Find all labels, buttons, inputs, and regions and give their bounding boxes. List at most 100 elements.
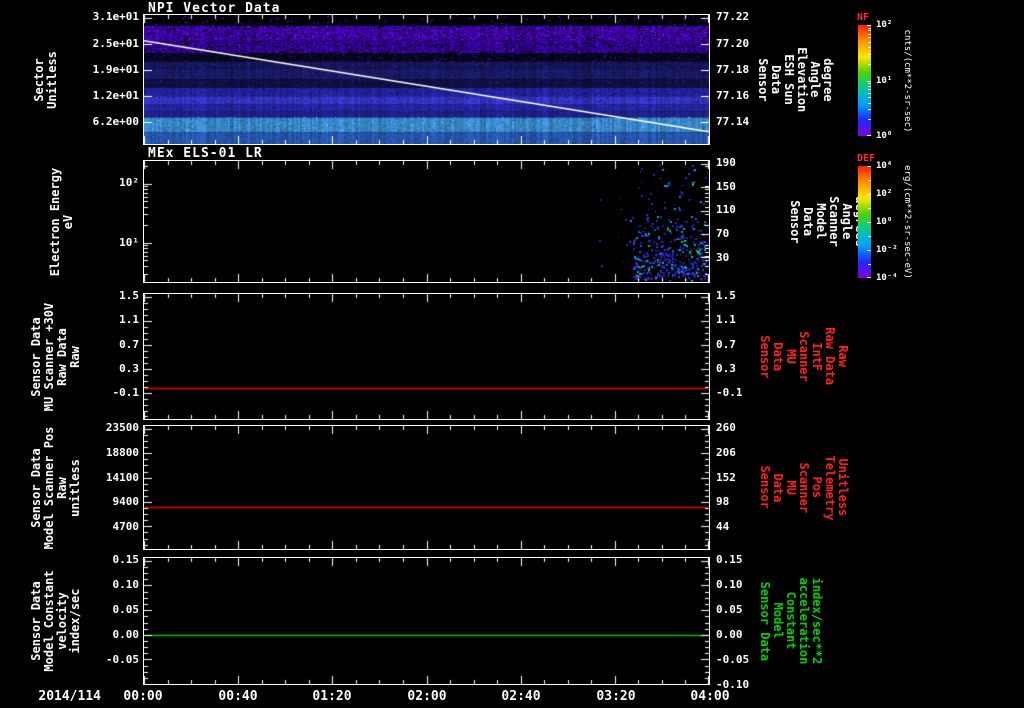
colorbar-def: DEF erg/(cm**2-sr-sec-eV) 10⁴ 10² 10⁰ 10⁻² 1… bbox=[856, 153, 986, 283]
y-tick-label-right: 190 bbox=[716, 156, 736, 169]
colorbar-minor-tick bbox=[868, 109, 871, 110]
colorbar-def-unit-label: erg/(cm**2-sr-sec-eV) bbox=[902, 165, 912, 279]
y-axis-label-mu-scanner-intf: Sensor Data MU Scanner IntF Raw Data Raw bbox=[758, 327, 850, 386]
colorbar-minor-tick bbox=[868, 119, 871, 120]
y-tick-label-right: 206 bbox=[716, 446, 736, 459]
y-tick-label-right: 77.20 bbox=[716, 37, 750, 50]
panel-title-mex-els: MEx ELS-01 LR bbox=[148, 146, 263, 161]
colorbar-minor-tick bbox=[868, 236, 871, 237]
y-tick-label-right: 150 bbox=[716, 180, 736, 193]
colorbar-minor-tick bbox=[868, 30, 871, 31]
y-axis-label-sun-elevation: Sensor Data ESH Sun Elevation Angle degr… bbox=[756, 46, 835, 113]
y-tick-label-left: 0.10 bbox=[112, 578, 140, 591]
y-tick-label-left: -0.1 bbox=[112, 386, 140, 399]
colorbar-tick bbox=[867, 277, 871, 278]
plot-area-scanner-pos bbox=[143, 425, 710, 550]
y-tick-label-right: 70 bbox=[716, 227, 730, 240]
y-tick-label-right: 1.5 bbox=[716, 289, 736, 302]
colorbar-tick-label: 10¹ bbox=[876, 76, 893, 86]
y-tick-label-left: 1.5 bbox=[119, 289, 139, 302]
colorbar-tick-label: 10⁰ bbox=[876, 217, 893, 227]
colorbar-def-title: DEF bbox=[857, 153, 876, 164]
colorbar-minor-tick bbox=[868, 34, 871, 35]
y-tick-label-left: 0.05 bbox=[112, 603, 140, 616]
colorbar-minor-tick bbox=[868, 86, 871, 87]
y-tick-label-right: 0.00 bbox=[716, 628, 743, 641]
plot-page: NPI Vector Data MEx ELS-01 LR Sector Uni… bbox=[0, 0, 1024, 708]
plot-area-npi bbox=[143, 14, 710, 145]
colorbar-minor-tick bbox=[868, 180, 871, 181]
colorbar-minor-tick bbox=[868, 93, 871, 94]
colorbar-tick bbox=[867, 166, 871, 167]
y-tick-label-right: 44 bbox=[716, 520, 730, 533]
plot-area-mu-scanner bbox=[143, 293, 710, 420]
y-tick-label-left: 0.00 bbox=[112, 628, 140, 641]
colorbar-tick-label: 10² bbox=[876, 20, 893, 30]
velocity-line-canvas bbox=[144, 558, 709, 684]
colorbar-tick bbox=[867, 25, 871, 26]
colorbar-tick bbox=[867, 222, 871, 223]
time-tick-label: 02:40 bbox=[501, 689, 541, 704]
colorbar-nf-unit-label: cnts/(cm**2-sr-sec) bbox=[902, 29, 912, 132]
colorbar-minor-tick bbox=[868, 28, 871, 29]
y-tick-label-right: 0.15 bbox=[716, 553, 743, 566]
scanner-pos-line-canvas bbox=[144, 426, 709, 549]
y-tick-label-right: 0.05 bbox=[716, 603, 743, 616]
y-tick-label-left: 6.2e+00 bbox=[92, 115, 139, 128]
y-tick-label-right: 0.3 bbox=[716, 362, 736, 375]
time-tick-label: 04:00 bbox=[690, 689, 730, 704]
y-tick-label-right: 30 bbox=[716, 251, 730, 264]
time-tick-label: 01:20 bbox=[312, 689, 352, 704]
y-tick-label-right: 110 bbox=[716, 203, 736, 216]
y-tick-label-right: -0.05 bbox=[716, 653, 750, 666]
colorbar-nf-title: NF bbox=[857, 12, 870, 23]
y-tick-label-left: 10¹ bbox=[119, 236, 139, 249]
colorbar-tick-label: 10⁴ bbox=[876, 161, 893, 171]
colorbar-tick bbox=[867, 194, 871, 195]
y-tick-label-right: -0.1 bbox=[716, 386, 743, 399]
y-tick-label-left: 0.15 bbox=[112, 553, 140, 566]
colorbar-tick-label: 10² bbox=[876, 189, 893, 199]
time-tick-label: 00:00 bbox=[123, 689, 163, 704]
colorbar-minor-tick bbox=[868, 97, 871, 98]
y-tick-label-left: 1.2e+01 bbox=[92, 89, 139, 102]
y-tick-label-left: 23500 bbox=[105, 421, 139, 434]
time-axis: 2014/114 00:00 00:40 01:20 02:00 02:40 03:20 0… bbox=[0, 689, 1024, 705]
colorbar-minor-tick bbox=[868, 83, 871, 84]
colorbar-nf: NF cnts/(cm**2-sr-sec) 10² 10¹ 10⁰ bbox=[856, 12, 986, 141]
colorbar-minor-tick bbox=[868, 54, 871, 55]
y-tick-label-left: 18800 bbox=[105, 446, 139, 459]
y-tick-label-left: 1.1 bbox=[119, 313, 139, 326]
y-tick-label-right: 0.10 bbox=[716, 578, 743, 591]
panel-model-scanner-pos: Sensor Data Model Scanner Pos Raw unitle… bbox=[0, 421, 1024, 550]
y-tick-label-right: 77.16 bbox=[716, 89, 750, 102]
npi-spectrogram-canvas bbox=[144, 15, 709, 144]
panel-model-constant-velocity: Sensor Data Model Constant velocity inde… bbox=[0, 553, 1024, 691]
y-tick-label-right: 77.22 bbox=[716, 10, 750, 23]
colorbar-minor-tick bbox=[868, 64, 871, 65]
y-tick-label-left: 0.7 bbox=[119, 338, 139, 351]
y-axis-label-scanner-telemetry: Sensor Data MU Scanner Pos Telemetry Uni… bbox=[758, 454, 850, 521]
time-tick-label: 02:00 bbox=[407, 689, 447, 704]
y-tick-label-left: -0.05 bbox=[105, 653, 139, 666]
y-tick-label-left: 3.1e+01 bbox=[92, 10, 139, 23]
y-tick-label-right: 98 bbox=[716, 495, 730, 508]
els-spectrogram-canvas bbox=[144, 161, 709, 282]
y-tick-label-right: 77.14 bbox=[716, 115, 750, 128]
colorbar-minor-tick bbox=[868, 47, 871, 48]
plot-area-velocity bbox=[143, 557, 710, 685]
y-axis-label-acceleration: Sensor Data Model Constant acceleration … bbox=[758, 577, 824, 665]
colorbar-tick bbox=[867, 135, 871, 136]
colorbar-tick-label: 10⁻² bbox=[876, 245, 898, 255]
y-tick-label-left: 9400 bbox=[112, 495, 140, 508]
colorbar-minor-tick bbox=[868, 42, 871, 43]
y-tick-label-right: 0.7 bbox=[716, 338, 736, 351]
y-tick-label-left: 14100 bbox=[105, 471, 139, 484]
y-tick-label-left: 1.9e+01 bbox=[92, 63, 139, 76]
y-tick-label-right: 77.18 bbox=[716, 63, 750, 76]
y-tick-label-left: 2.5e+01 bbox=[92, 37, 139, 50]
panel-mu-scanner-30v: Sensor Data MU Scanner +30V Raw Data Raw… bbox=[0, 289, 1024, 420]
colorbar-tick bbox=[867, 81, 871, 82]
colorbar-minor-tick bbox=[868, 89, 871, 90]
colorbar-tick-label: 10⁻⁴ bbox=[876, 273, 898, 283]
